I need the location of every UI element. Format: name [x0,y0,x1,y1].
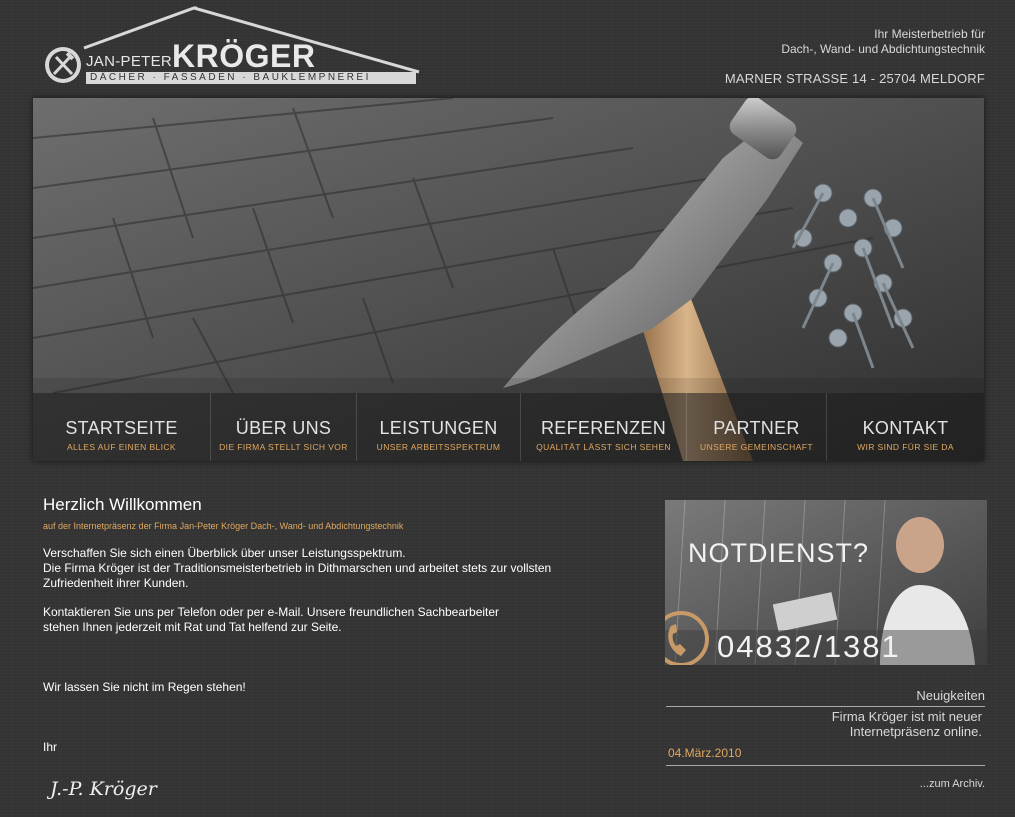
roofer-guild-emblem-icon [44,46,82,84]
nav-title: ÜBER UNS [235,418,332,438]
nav-title: STARTSEITE [65,418,178,438]
tagline: Ihr Meisterbetrieb für Dach-, Wand- und … [781,27,985,57]
contact-paragraph: Kontaktieren Sie uns per Telefon oder pe… [43,605,603,635]
company-logo[interactable]: JAN-PETER KRÖGER DÄCHER · FASSADEN · BAU… [44,6,424,94]
emergency-title: NOTDIENST? [688,538,870,568]
emergency-phone-number[interactable]: 04832/1381 [717,629,901,665]
news-date: 04.März.2010 [668,746,742,760]
intro-paragraph: Verschaffen Sie sich einen Überblick übe… [43,546,613,591]
nav-subtitle: DIE FIRMA STELLT SICH VOR [219,442,348,452]
nav-item-partner[interactable]: PARTNER UNSERE GEMEINSCHAFT [687,393,827,461]
logo-last-name: KRÖGER [172,38,316,74]
company-address: MARNER STRASSE 14 - 25704 MELDORF [724,71,985,86]
nav-subtitle: WIR SIND FÜR SIE DA [857,442,954,452]
nav-subtitle: UNSERE GEMEINSCHAFT [700,442,813,452]
logo-first-name: JAN-PETER [86,53,173,70]
main-navigation: STARTSEITE ALLES AUF EINEN BLICK ÜBER UN… [33,393,984,461]
page-title: Herzlich Willkommen [43,495,202,514]
nav-subtitle: UNSER ARBEITSSPEKTRUM [376,442,501,452]
nav-item-startseite[interactable]: STARTSEITE ALLES AUF EINEN BLICK [33,393,211,461]
closing-text: Ihr [43,740,58,754]
nav-item-ueber-uns[interactable]: ÜBER UNS DIE FIRMA STELLT SICH VOR [211,393,357,461]
contact-line1: Kontaktieren Sie uns per Telefon oder pe… [43,605,500,619]
news-divider [666,706,985,707]
page-subtitle: auf der Internetpräsenz der Firma Jan-Pe… [43,521,404,531]
nav-item-leistungen[interactable]: LEISTUNGEN UNSER ARBEITSSPEKTRUM [357,393,521,461]
logo-subtitle: DÄCHER · FASSADEN · BAUKLEMPNEREI [86,72,416,84]
news-line2: Internetpräsenz online. [849,724,982,739]
intro-line1: Verschaffen Sie sich einen Überblick übe… [43,546,406,560]
news-divider [666,765,985,766]
nav-item-kontakt[interactable]: KONTAKT WIR SIND FÜR SIE DA [827,393,984,461]
signature: J.-P. Kröger [50,778,157,800]
news-heading: Neuigkeiten [916,688,985,703]
nav-title: PARTNER [713,418,800,438]
nav-title: KONTAKT [862,418,949,438]
slogan: Wir lassen Sie nicht im Regen stehen! [43,680,246,694]
nav-item-referenzen[interactable]: REFERENZEN QUALITÄT LÄSST SICH SEHEN [521,393,687,461]
emergency-service-banner[interactable]: NOTDIENST? 04832/1381 [665,500,987,665]
nav-title: LEISTUNGEN [379,418,498,438]
nav-title: REFERENZEN [540,418,666,438]
nav-subtitle: QUALITÄT LÄSST SICH SEHEN [536,442,671,452]
hero-banner: STARTSEITE ALLES AUF EINEN BLICK ÜBER UN… [33,98,984,461]
contact-line2: stehen Ihnen jederzeit mit Rat und Tat h… [43,620,342,634]
news-archive-link[interactable]: ...zum Archiv. [920,778,985,790]
nav-subtitle: ALLES AUF EINEN BLICK [66,442,177,452]
tagline-line2: Dach-, Wand- und Abdichtungstechnik [781,42,985,56]
intro-line2: Die Firma Kröger ist der Traditionsmeist… [43,561,552,590]
tagline-line1: Ihr Meisterbetrieb für [874,27,985,41]
news-item-text: Firma Kröger ist mit neuer Internetpräse… [832,709,982,739]
news-line1: Firma Kröger ist mit neuer [831,709,982,724]
